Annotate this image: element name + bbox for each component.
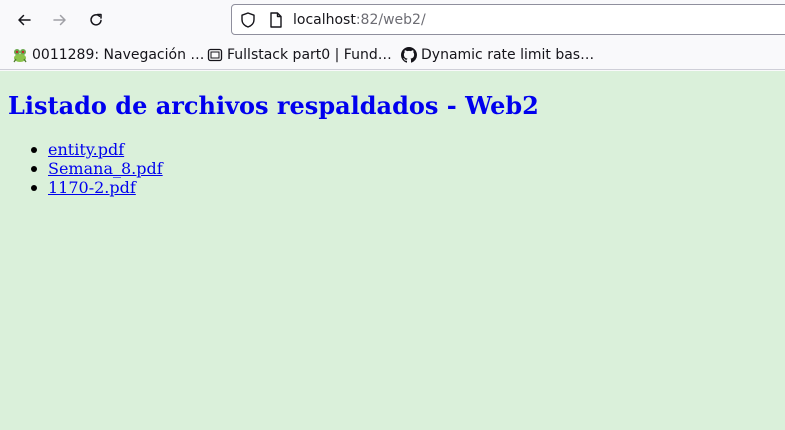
file-list-item: entity.pdf [31, 140, 163, 159]
arrow-right-icon [53, 14, 66, 26]
file-link-semana-8[interactable]: Semana_8.pdf [48, 159, 163, 178]
page-favicon-icon [207, 48, 223, 62]
browser-toolbar: localhost:82/web2/ [0, 0, 785, 40]
url-path: :82/web2/ [355, 12, 426, 28]
bookmark-item-dynamic-rate-limit[interactable]: Dynamic rate limit bas… [401, 40, 594, 70]
address-bar[interactable]: localhost:82/web2/ [231, 4, 785, 35]
bookmark-item-fullstack[interactable]: Fullstack part0 | Fund… [207, 40, 392, 70]
file-list: entity.pdf Semana_8.pdf 1170-2.pdf [31, 140, 163, 197]
file-link-entity[interactable]: entity.pdf [48, 140, 124, 159]
file-list-item: 1170-2.pdf [31, 178, 163, 197]
tracking-protection-shield-icon[interactable] [239, 11, 257, 29]
reload-button[interactable] [82, 6, 110, 34]
page-title: Listado de archivos respaldados - Web2 [8, 91, 539, 120]
bookmark-label: Dynamic rate limit bas… [421, 47, 595, 63]
bookmark-label: Fullstack part0 | Fund… [227, 47, 392, 63]
frog-favicon-icon [13, 49, 27, 63]
file-link-1170-2[interactable]: 1170-2.pdf [48, 178, 136, 197]
url-host: localhost [293, 12, 356, 28]
forward-button[interactable] [46, 6, 74, 34]
page-content: Listado de archivos respaldados - Web2 e… [0, 71, 785, 430]
url-text[interactable]: localhost:82/web2/ [293, 11, 426, 29]
reload-icon [90, 13, 102, 26]
arrow-left-icon [18, 14, 31, 26]
bookmark-item-navegacion[interactable]: 0011289: Navegación … [12, 40, 204, 70]
page-info-icon[interactable] [268, 11, 284, 29]
file-list-item: Semana_8.pdf [31, 159, 163, 178]
back-button[interactable] [10, 6, 38, 34]
bookmarks-toolbar: 0011289: Navegación … Fullstack part0 | … [0, 40, 785, 70]
github-icon [401, 47, 417, 63]
bookmark-label: 0011289: Navegación … [32, 47, 205, 63]
